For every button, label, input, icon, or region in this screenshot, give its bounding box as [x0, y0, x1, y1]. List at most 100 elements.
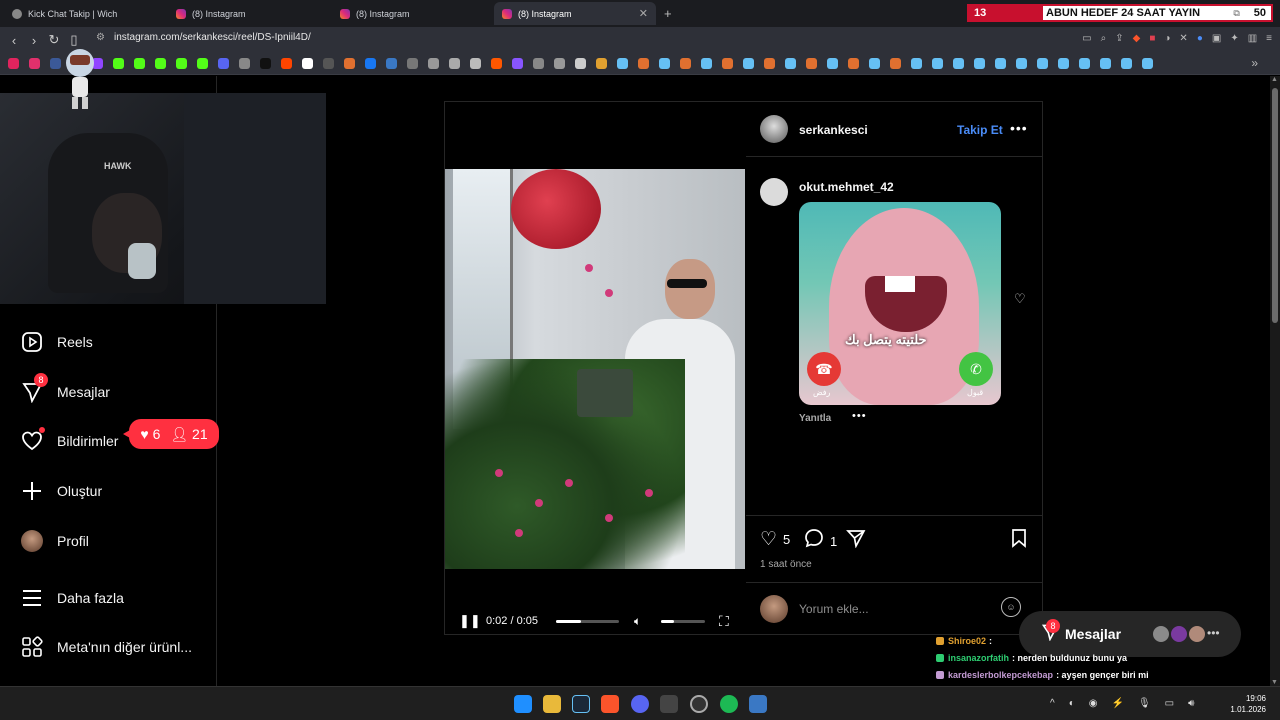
- bookmark-favicon-icon[interactable]: [302, 58, 313, 69]
- tray-app-icon[interactable]: ⚡: [1111, 698, 1123, 709]
- bookmark-favicon-icon[interactable]: [155, 58, 166, 69]
- reel-video[interactable]: ❚❚ 0:02 / 0:05 🔈︎ ⛶: [445, 102, 745, 634]
- bookmark-favicon-icon[interactable]: [260, 58, 271, 69]
- emoji-icon[interactable]: ☺: [1001, 597, 1021, 617]
- tab-instagram-2[interactable]: (8) Instagram: [332, 2, 492, 25]
- commenter-username[interactable]: okut.mehmet_42: [799, 180, 894, 194]
- file-explorer-icon[interactable]: [543, 695, 561, 713]
- bookmark-favicon-icon[interactable]: [743, 58, 754, 69]
- discord-icon[interactable]: [631, 695, 649, 713]
- speaker-icon[interactable]: 🔊︎: [1188, 698, 1194, 709]
- bookmark-favicon-icon[interactable]: [953, 58, 964, 69]
- bookmark-favicon-icon[interactable]: [995, 58, 1006, 69]
- back-icon[interactable]: ‹: [4, 33, 24, 48]
- bookmark-favicon-icon[interactable]: [176, 58, 187, 69]
- share-button[interactable]: [846, 528, 872, 554]
- bookmark-favicon-icon[interactable]: [890, 58, 901, 69]
- bookmark-favicon-icon[interactable]: [722, 58, 733, 69]
- bookmark-favicon-icon[interactable]: [869, 58, 880, 69]
- sidebar-item-meta-products[interactable]: Meta'nın diğer ürünl...: [20, 635, 192, 659]
- bookmark-favicon-icon[interactable]: [449, 58, 460, 69]
- bookmark-favicon-icon[interactable]: [806, 58, 817, 69]
- share-icon[interactable]: ⇪: [1115, 33, 1123, 44]
- bookmark-favicon-icon[interactable]: [386, 58, 397, 69]
- tab-instagram-active[interactable]: (8) Instagram ✕: [494, 2, 656, 25]
- sidebar-item-mesajlar[interactable]: 8 Mesajlar: [20, 373, 110, 404]
- extensions-puzzle-icon[interactable]: ✦: [1230, 33, 1238, 44]
- brave-browser-icon[interactable]: [601, 695, 619, 713]
- bookmark-favicon-icon[interactable]: [575, 58, 586, 69]
- extension-icon[interactable]: ■: [1149, 33, 1155, 44]
- notification-summary-pill[interactable]: ♥ 6 👤︎ 21: [123, 419, 219, 449]
- bookmark-favicon-icon[interactable]: [911, 58, 922, 69]
- pause-icon[interactable]: ❚❚: [459, 613, 481, 629]
- clock[interactable]: 19:06 1.01.2026: [1230, 693, 1266, 715]
- volume-slider[interactable]: [661, 620, 705, 623]
- zoom-icon[interactable]: ⌕: [1101, 33, 1107, 44]
- bookmark-favicon-icon[interactable]: [1058, 58, 1069, 69]
- bookmark-favicon-icon[interactable]: [932, 58, 943, 69]
- bookmark-favicon-icon[interactable]: [701, 58, 712, 69]
- bookmark-favicon-icon[interactable]: [8, 58, 19, 69]
- follow-button[interactable]: Takip Et: [957, 123, 1003, 137]
- tray-app-icon[interactable]: ◉: [1089, 698, 1098, 709]
- bookmark-favicon-icon[interactable]: [113, 58, 124, 69]
- menu-icon[interactable]: ≡: [1266, 33, 1272, 44]
- commenter-avatar[interactable]: [760, 178, 788, 206]
- new-tab-icon[interactable]: +: [664, 6, 672, 21]
- comment-sticker[interactable]: حلتيته يتصل بك ☎ ✆ رفض قبول: [799, 202, 1001, 405]
- tray-app-icon[interactable]: ◐: [1069, 698, 1075, 709]
- obs-icon[interactable]: [690, 695, 708, 713]
- bookmark-favicon-icon[interactable]: [134, 58, 145, 69]
- bookmark-favicon-icon[interactable]: [470, 58, 481, 69]
- extension-icon[interactable]: ✕: [1179, 33, 1187, 44]
- audio-icon[interactable]: ◑: [1164, 33, 1170, 44]
- bookmark-favicon-icon[interactable]: [680, 58, 691, 69]
- bookmark-favicon-icon[interactable]: [785, 58, 796, 69]
- more-options-icon[interactable]: •••: [1010, 120, 1028, 136]
- bookmark-favicon-icon[interactable]: [596, 58, 607, 69]
- sidebar-item-bildirimler[interactable]: Bildirimler: [20, 427, 118, 453]
- bookmark-favicon-icon[interactable]: [764, 58, 775, 69]
- close-tab-icon[interactable]: ✕: [639, 7, 648, 20]
- bookmarks-overflow-icon[interactable]: »: [1251, 56, 1258, 70]
- bookmark-favicon-icon[interactable]: [218, 58, 229, 69]
- bookmark-favicon-icon[interactable]: [491, 58, 502, 69]
- steam-icon[interactable]: [572, 695, 590, 713]
- spotify-icon[interactable]: [720, 695, 738, 713]
- bookmark-favicon-icon[interactable]: [1121, 58, 1132, 69]
- volume-icon[interactable]: 🔈︎: [634, 614, 641, 629]
- url-field[interactable]: ⚙ instagram.com/serkankesci/reel/DS-Ipnii…: [96, 32, 311, 43]
- sidebar-item-daha-fazla[interactable]: Daha fazla: [20, 586, 124, 610]
- site-settings-icon[interactable]: ⚙: [96, 32, 106, 43]
- author-username[interactable]: serkankesci: [799, 123, 868, 137]
- reload-icon[interactable]: ↻: [44, 32, 64, 48]
- author-avatar[interactable]: [760, 115, 788, 143]
- bookmark-favicon-icon[interactable]: [1100, 58, 1111, 69]
- bookmark-favicon-icon[interactable]: [1016, 58, 1027, 69]
- bookmark-favicon-icon[interactable]: [428, 58, 439, 69]
- extension-icon[interactable]: ●: [1197, 33, 1203, 44]
- app-icon[interactable]: [660, 695, 678, 713]
- comment-input[interactable]: Yorum ekle...: [799, 602, 869, 616]
- forward-icon[interactable]: ›: [24, 33, 44, 48]
- scroll-up-icon[interactable]: ▲: [1271, 76, 1278, 83]
- windows-start-icon[interactable]: [514, 695, 532, 713]
- bookmark-favicon-icon[interactable]: [1079, 58, 1090, 69]
- bookmark-favicon-icon[interactable]: [323, 58, 334, 69]
- save-button[interactable]: [1010, 528, 1034, 554]
- fullscreen-icon[interactable]: ⛶: [719, 613, 729, 630]
- settings-app-icon[interactable]: [749, 695, 767, 713]
- bookmark-favicon-icon[interactable]: [407, 58, 418, 69]
- sidebar-item-olustur[interactable]: Oluştur: [20, 479, 102, 503]
- bookmark-favicon-icon[interactable]: [638, 58, 649, 69]
- bookmark-favicon-icon[interactable]: [512, 58, 523, 69]
- bookmark-favicon-icon[interactable]: [533, 58, 544, 69]
- sidebar-toggle-icon[interactable]: ▥: [1248, 33, 1257, 44]
- bookmark-favicon-icon[interactable]: [974, 58, 985, 69]
- bookmark-favicon-icon[interactable]: [1037, 58, 1048, 69]
- brave-shield-icon[interactable]: ◆: [1133, 33, 1141, 44]
- bookmark-favicon-icon[interactable]: [29, 58, 40, 69]
- bookmark-favicon-icon[interactable]: [239, 58, 250, 69]
- video-progress-bar[interactable]: [556, 620, 619, 623]
